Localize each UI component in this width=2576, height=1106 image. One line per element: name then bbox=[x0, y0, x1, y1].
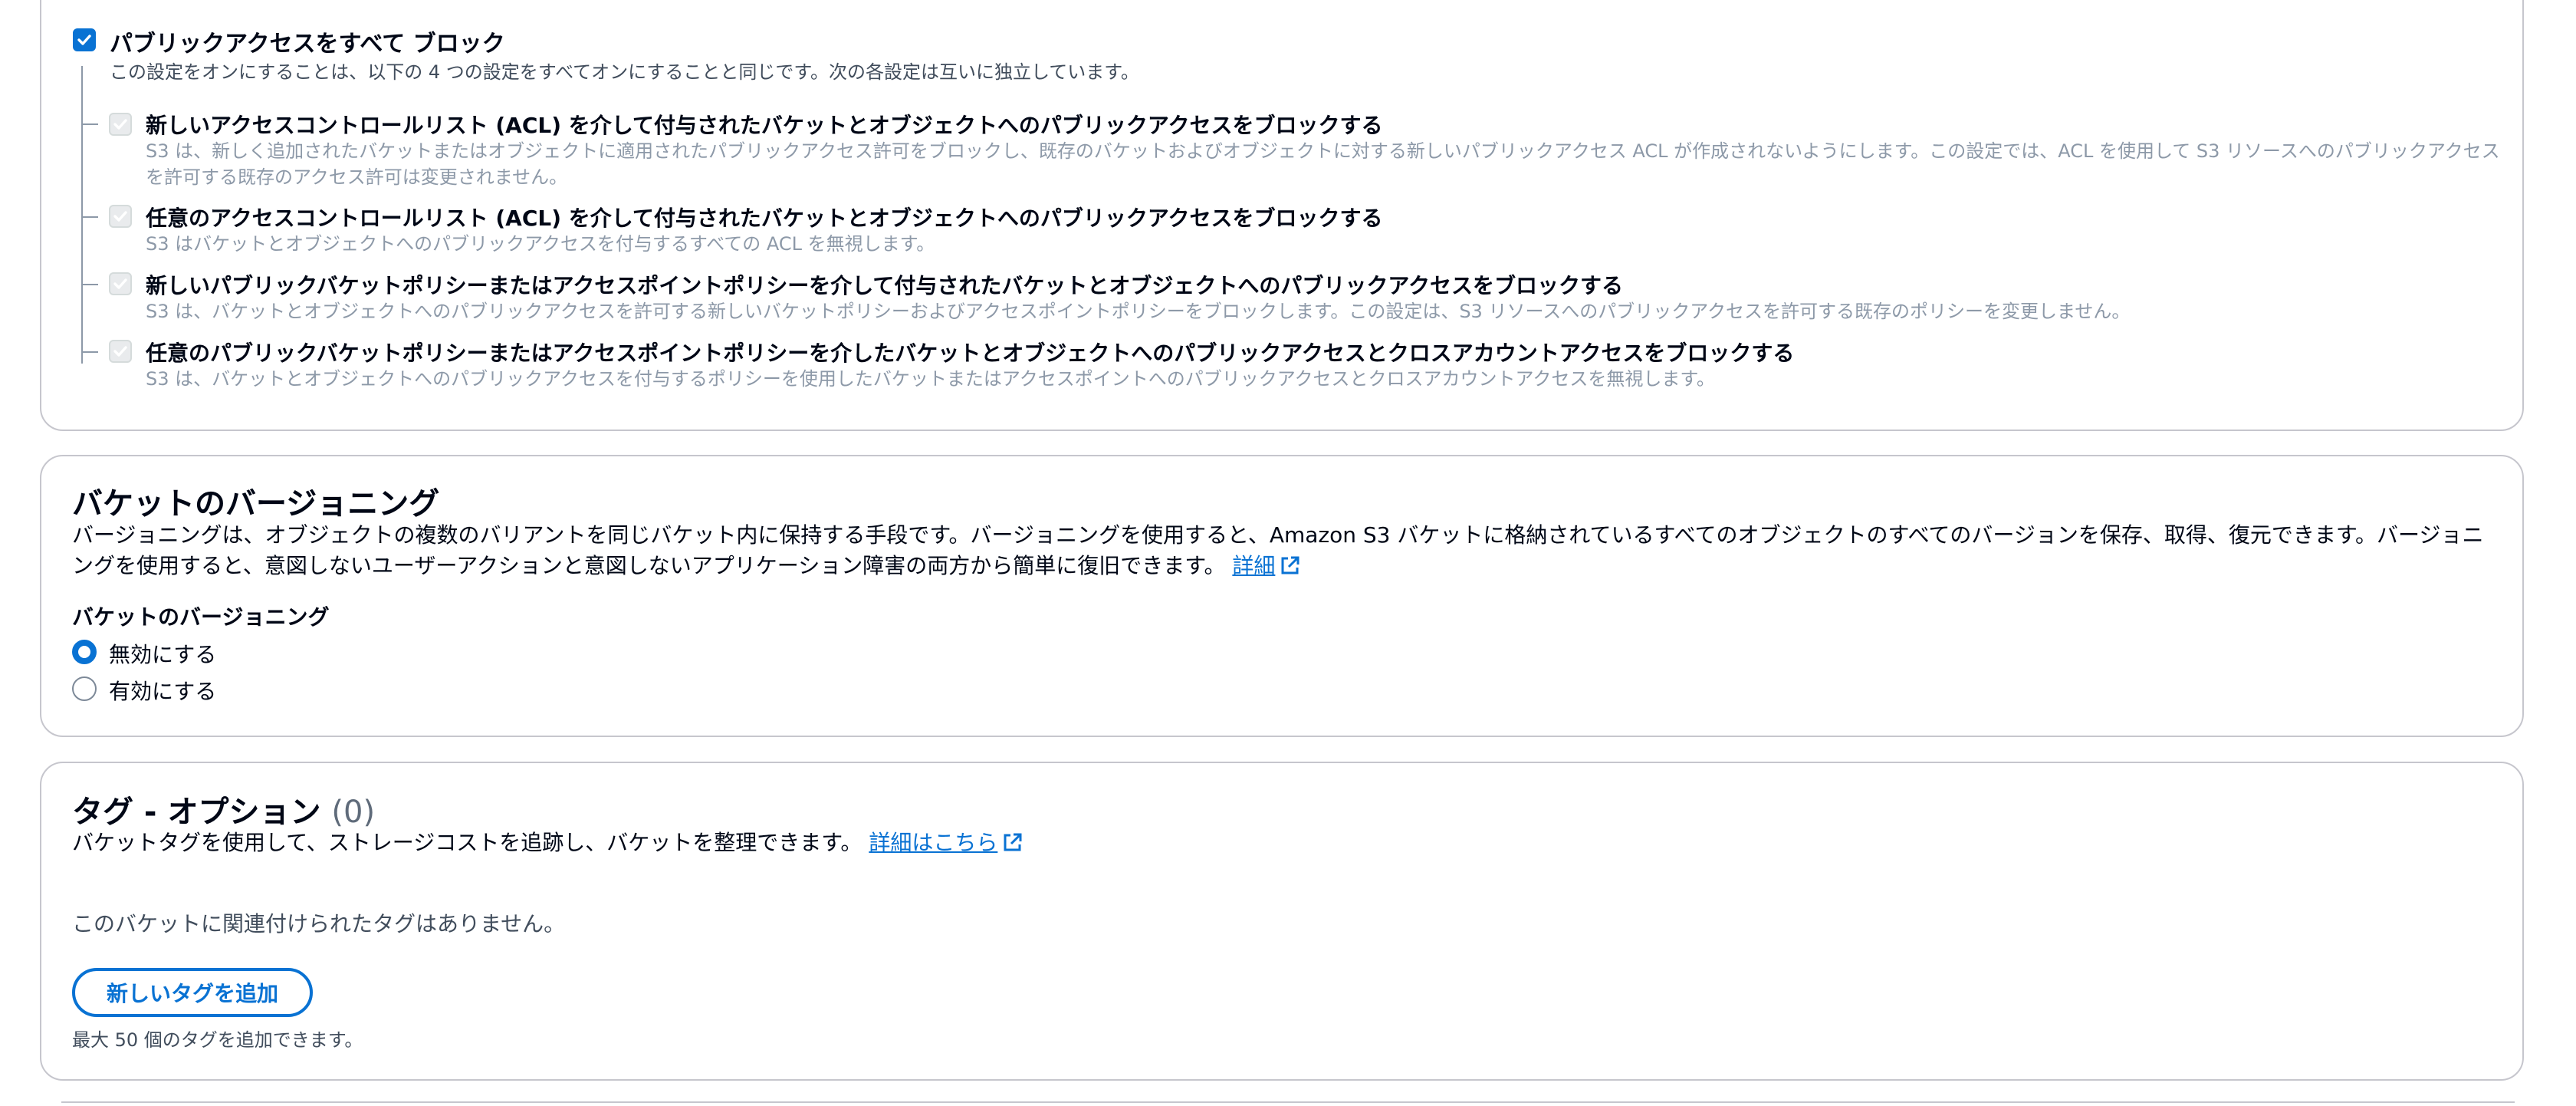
block-new-policy-label: 新しいパブリックバケットポリシーまたはアクセスポイントポリシーを介して付与された… bbox=[146, 273, 1623, 298]
block-all-public-access-description: この設定をオンにすることは、以下の 4 つの設定をすべてオンにすることと同じです… bbox=[110, 61, 1139, 83]
tree-branch bbox=[81, 216, 98, 218]
versioning-description: バージョニングは、オブジェクトの複数のバリアントを同じバケット内に保持する手段で… bbox=[72, 522, 2484, 578]
tree-connector bbox=[81, 66, 83, 364]
tree-branch bbox=[81, 284, 98, 285]
tags-empty-state: このバケットに関連付けられたタグはありません。 bbox=[72, 911, 566, 936]
block-new-acl-checkbox bbox=[109, 113, 132, 136]
versioning-title: バケットのバージョニング bbox=[72, 486, 440, 522]
checkmark-icon bbox=[113, 278, 127, 289]
block-any-policy-label: 任意のパブリックバケットポリシーまたはアクセスポイントポリシーを介したバケットと… bbox=[146, 341, 1795, 366]
block-new-policy-checkbox bbox=[109, 272, 132, 295]
checkmark-icon bbox=[113, 211, 127, 222]
checkmark-icon bbox=[113, 119, 127, 130]
tags-title: タグ - オプション (0) bbox=[72, 795, 376, 830]
versioning-disable-radio[interactable] bbox=[72, 640, 97, 664]
external-link-icon bbox=[1281, 556, 1300, 574]
block-new-acl-label: 新しいアクセスコントロールリスト (ACL) を介して付与されたバケットとオブジ… bbox=[146, 113, 1383, 138]
versioning-enable-radio[interactable] bbox=[72, 676, 97, 701]
tree-branch bbox=[81, 351, 98, 353]
tags-limit-hint: 最大 50 個のタグを追加できます。 bbox=[72, 1029, 363, 1051]
block-any-acl-label: 任意のアクセスコントロールリスト (ACL) を介して付与されたバケットとオブジ… bbox=[146, 206, 1383, 231]
block-any-acl-checkbox bbox=[109, 205, 132, 228]
checkmark-icon bbox=[113, 346, 127, 357]
block-any-policy-checkbox bbox=[109, 340, 132, 363]
versioning-disable-label[interactable]: 無効にする bbox=[109, 638, 216, 669]
checkmark-icon bbox=[77, 35, 91, 45]
block-all-public-access-label: パブリックアクセスをすべて ブロック bbox=[110, 31, 505, 58]
block-new-acl-description: S3 は、新しく追加されたバケットまたはオブジェクトに適用されたパブリックアクセ… bbox=[146, 140, 2500, 188]
tree-branch bbox=[81, 123, 98, 125]
tags-learn-more-link[interactable]: 詳細はこちら bbox=[869, 830, 997, 855]
versioning-field-label: バケットのバージョニング bbox=[72, 604, 330, 630]
versioning-enable-label[interactable]: 有効にする bbox=[109, 675, 216, 706]
versioning-learn-more-link[interactable]: 詳細 bbox=[1232, 553, 1275, 578]
tags-count: (0) bbox=[331, 795, 376, 830]
block-all-public-access-checkbox[interactable] bbox=[73, 28, 96, 51]
block-any-policy-description: S3 は、バケットとオブジェクトへのパブリックアクセスを付与するポリシーを使用し… bbox=[146, 368, 1715, 390]
tags-description: バケットタグを使用して、ストレージコストを追跡し、バケットを整理できます。 詳細… bbox=[72, 828, 1024, 858]
next-panel-edge bbox=[61, 1101, 2515, 1103]
external-link-icon bbox=[1004, 833, 1022, 851]
s3-create-bucket-form: パブリックアクセスをすべて ブロック この設定をオンにすることは、以下の 4 つ… bbox=[0, 0, 2576, 1106]
block-any-acl-description: S3 はバケットとオブジェクトへのパブリックアクセスを付与するすべての ACL … bbox=[146, 233, 935, 255]
add-new-tag-button[interactable]: 新しいタグを追加 bbox=[72, 968, 313, 1017]
block-new-policy-description: S3 は、バケットとオブジェクトへのパブリックアクセスを許可する新しいバケットポ… bbox=[146, 301, 2131, 322]
